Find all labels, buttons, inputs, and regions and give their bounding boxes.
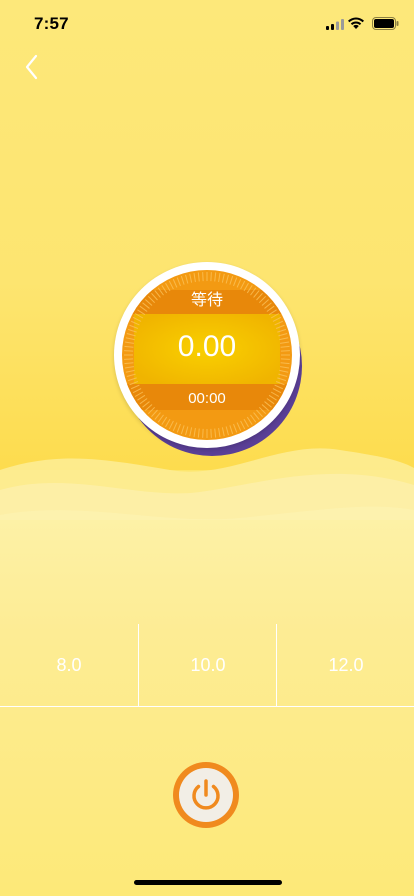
level-selector: 8.0 10.0 12.0	[0, 624, 414, 707]
lower-background	[0, 520, 414, 896]
dial-timer: 00:00	[188, 390, 226, 407]
status-bar: 7:57	[0, 0, 414, 48]
power-icon	[192, 779, 220, 810]
status-time: 7:57	[34, 14, 69, 33]
power-button-inner	[179, 768, 233, 822]
dial-value: 0.00	[177, 330, 237, 363]
battery-icon	[372, 17, 399, 30]
dial-status-label: 等待	[190, 292, 223, 309]
wifi-icon	[348, 17, 364, 29]
home-indicator	[134, 880, 282, 885]
power-button[interactable]	[173, 762, 239, 828]
back-chevron-icon[interactable]	[20, 52, 46, 82]
level-option-3[interactable]: 12.0	[276, 624, 414, 706]
cellular-signal-icon	[326, 19, 344, 30]
level-option-2[interactable]: 10.0	[138, 624, 277, 706]
level-option-1[interactable]: 8.0	[0, 624, 138, 706]
